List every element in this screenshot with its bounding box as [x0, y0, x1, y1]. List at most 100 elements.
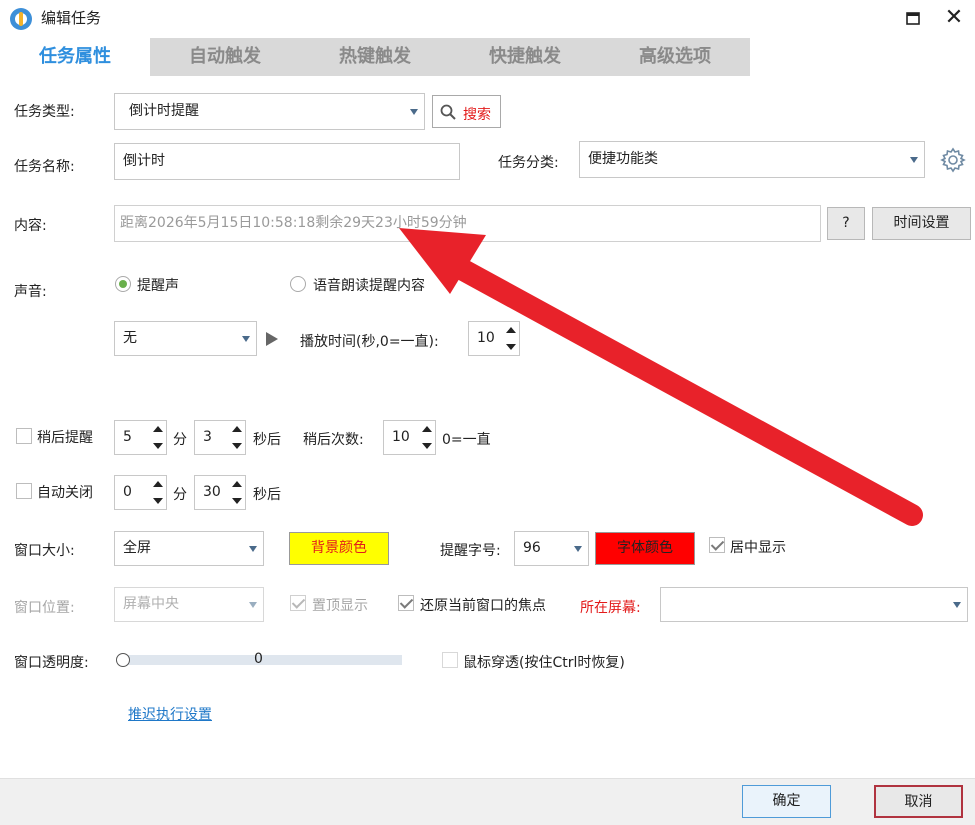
- spin-down-icon[interactable]: [506, 344, 516, 350]
- screen-select[interactable]: [660, 587, 968, 622]
- chevron-down-icon: [953, 601, 961, 608]
- window-position-value: 屏幕中央: [123, 596, 179, 612]
- window-title: 编辑任务: [41, 9, 102, 27]
- autoclose-sec-unit: 秒后: [253, 487, 281, 503]
- chevron-down-icon: [242, 335, 250, 342]
- snooze-count-label: 稍后次数:: [303, 432, 364, 448]
- window-position-select: 屏幕中央: [114, 587, 264, 622]
- chevron-down-icon: [910, 156, 918, 163]
- chevron-down-icon: [574, 545, 582, 552]
- autoclose-label[interactable]: 自动关闭: [37, 482, 93, 502]
- tab-task-properties[interactable]: 任务属性: [0, 38, 150, 76]
- app-logo-icon: [10, 8, 32, 30]
- snooze-seconds-stepper[interactable]: 3: [194, 420, 246, 455]
- snooze-count-value: 10: [392, 429, 410, 445]
- cancel-button[interactable]: 取消: [874, 785, 963, 818]
- window-size-select[interactable]: 全屏: [114, 531, 264, 566]
- topmost-checkbox: [290, 595, 306, 611]
- autoclose-seconds-value: 30: [203, 484, 221, 500]
- screen-label: 所在屏幕:: [580, 600, 641, 616]
- spin-up-icon[interactable]: [506, 327, 516, 333]
- autoclose-checkbox[interactable]: [16, 483, 32, 499]
- spin-down-icon[interactable]: [153, 443, 163, 449]
- spin-up-icon[interactable]: [422, 426, 432, 432]
- task-name-input[interactable]: 倒计时: [114, 143, 460, 180]
- snooze-seconds-value: 3: [203, 429, 212, 445]
- task-category-value: 便捷功能类: [588, 151, 658, 167]
- snooze-sec-unit: 秒后: [253, 432, 281, 448]
- task-category-label: 任务分类:: [498, 155, 559, 171]
- snooze-label[interactable]: 稍后提醒: [37, 427, 93, 447]
- help-button[interactable]: ?: [827, 207, 865, 240]
- tab-auto-trigger[interactable]: 自动触发: [150, 38, 300, 76]
- snooze-checkbox[interactable]: [16, 428, 32, 444]
- beep-label[interactable]: 提醒声: [137, 275, 179, 295]
- task-type-label: 任务类型:: [14, 104, 75, 120]
- spin-up-icon[interactable]: [232, 426, 242, 432]
- spin-up-icon[interactable]: [232, 481, 242, 487]
- snooze-minutes-value: 5: [123, 429, 132, 445]
- search-button[interactable]: 搜索: [432, 95, 501, 128]
- autoclose-seconds-stepper[interactable]: 30: [194, 475, 246, 510]
- maximize-icon[interactable]: [902, 9, 924, 29]
- chevron-down-icon: [410, 108, 418, 115]
- autoclose-min-unit: 分: [173, 487, 187, 503]
- window-position-label: 窗口位置:: [14, 600, 75, 616]
- restore-focus-label[interactable]: 还原当前窗口的焦点: [420, 595, 546, 615]
- title-bar: [0, 0, 975, 36]
- center-display-label[interactable]: 居中显示: [730, 537, 786, 557]
- play-time-stepper[interactable]: 10: [468, 321, 520, 356]
- window-size-value: 全屏: [123, 540, 151, 556]
- speech-radio[interactable]: [290, 276, 306, 292]
- spin-down-icon[interactable]: [232, 443, 242, 449]
- font-size-label: 提醒字号:: [440, 543, 501, 559]
- close-icon[interactable]: ✕: [942, 7, 966, 31]
- chevron-down-icon: [249, 601, 257, 608]
- search-label: 搜索: [463, 107, 491, 123]
- snooze-count-stepper[interactable]: 10: [383, 420, 436, 455]
- spin-up-icon[interactable]: [153, 426, 163, 432]
- gear-icon[interactable]: [940, 147, 966, 173]
- content-input[interactable]: 距离2026年5月15日10:58:18剩余29天23小时59分钟: [114, 205, 821, 242]
- task-type-select[interactable]: 倒计时提醒: [114, 93, 425, 130]
- tab-advanced-options[interactable]: 高级选项: [600, 38, 750, 76]
- snooze-minutes-stepper[interactable]: 5: [114, 420, 167, 455]
- font-size-select[interactable]: 96: [514, 531, 589, 566]
- speech-label[interactable]: 语音朗读提醒内容: [313, 275, 425, 295]
- window-size-label: 窗口大小:: [14, 543, 75, 559]
- snooze-min-unit: 分: [173, 432, 187, 448]
- opacity-value: 0: [254, 651, 263, 667]
- spin-down-icon[interactable]: [422, 443, 432, 449]
- time-settings-button[interactable]: 时间设置: [872, 207, 971, 240]
- spin-up-icon[interactable]: [153, 481, 163, 487]
- tab-quick-trigger[interactable]: 快捷触发: [450, 38, 600, 76]
- click-through-label[interactable]: 鼠标穿透(按住Ctrl时恢复): [463, 652, 625, 672]
- task-name-label: 任务名称:: [14, 159, 75, 175]
- task-category-select[interactable]: 便捷功能类: [579, 141, 925, 178]
- center-display-checkbox[interactable]: [709, 537, 725, 553]
- snooze-count-hint: 0=一直: [442, 432, 491, 448]
- ok-button[interactable]: 确定: [742, 785, 831, 818]
- font-color-button[interactable]: 字体颜色: [595, 532, 695, 565]
- opacity-slider-thumb[interactable]: [116, 653, 130, 667]
- autoclose-minutes-value: 0: [123, 484, 132, 500]
- sound-label: 声音:: [14, 284, 47, 300]
- sound-value: 无: [123, 330, 137, 346]
- font-size-value: 96: [523, 540, 541, 556]
- restore-focus-checkbox[interactable]: [398, 595, 414, 611]
- delay-execution-link[interactable]: 推迟执行设置: [128, 704, 212, 724]
- search-icon: [440, 104, 456, 120]
- sound-select[interactable]: 无: [114, 321, 257, 356]
- background-color-button[interactable]: 背景颜色: [289, 532, 389, 565]
- chevron-down-icon: [249, 545, 257, 552]
- spin-down-icon[interactable]: [153, 498, 163, 504]
- task-type-value: 倒计时提醒: [129, 103, 199, 119]
- click-through-checkbox[interactable]: [442, 652, 458, 668]
- opacity-label: 窗口透明度:: [14, 655, 89, 671]
- tab-hotkey-trigger[interactable]: 热键触发: [300, 38, 450, 76]
- play-icon[interactable]: [265, 331, 279, 347]
- beep-radio[interactable]: [115, 276, 131, 292]
- topmost-label: 置顶显示: [312, 598, 368, 614]
- autoclose-minutes-stepper[interactable]: 0: [114, 475, 167, 510]
- spin-down-icon[interactable]: [232, 498, 242, 504]
